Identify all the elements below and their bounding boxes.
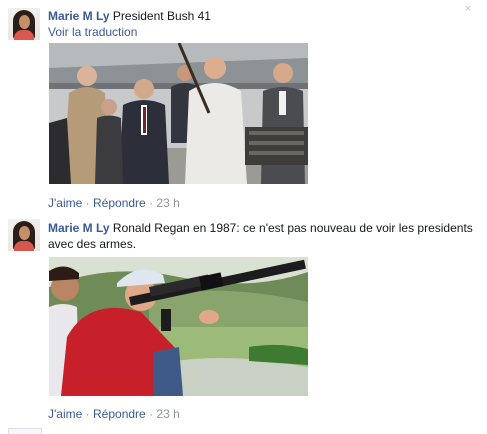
timestamp[interactable]: 23 h [156, 196, 179, 210]
comment-author[interactable]: Marie M Ly [48, 221, 110, 235]
comment-body: Marie M Ly Ronald Regan en 1987: ce n'es… [48, 220, 477, 252]
reply-link[interactable]: Répondre [93, 196, 146, 210]
comment-text: President Bush 41 [112, 9, 211, 23]
comment-text-line: Marie M Ly President Bush 41 [48, 8, 477, 24]
comment-photo[interactable] [49, 257, 308, 396]
timestamp[interactable]: 23 h [156, 407, 179, 421]
comment-actions: J'aime · Répondre · 23 h [48, 195, 180, 211]
separator: · [85, 196, 90, 210]
separator: · [149, 196, 154, 210]
comment-actions: J'aime · Répondre · 23 h [48, 406, 180, 422]
comment-1: × Marie M Ly President Bush 41 Voir la t… [0, 0, 487, 212]
photo-reagan-rifle [49, 257, 308, 396]
reply-link[interactable]: Répondre [93, 407, 146, 421]
comment-text: Ronald Regan en 1987: ce n'est pas nouve… [48, 221, 473, 251]
separator: · [149, 407, 154, 421]
next-comment-avatar-edge [8, 428, 42, 434]
comment-text-line: Marie M Ly Ronald Regan en 1987: ce n'es… [48, 220, 477, 252]
comment-2: Marie M Ly Ronald Regan en 1987: ce n'es… [0, 212, 487, 433]
photo-bush-rifle [49, 43, 308, 184]
see-translation-link[interactable]: Voir la traduction [48, 24, 477, 40]
like-link[interactable]: J'aime [48, 196, 82, 210]
separator: · [85, 407, 90, 421]
like-link[interactable]: J'aime [48, 407, 82, 421]
avatar[interactable] [8, 8, 40, 40]
comment-photo[interactable] [49, 43, 308, 184]
comment-body: Marie M Ly President Bush 41 Voir la tra… [48, 8, 477, 40]
avatar[interactable] [8, 219, 40, 251]
comment-author[interactable]: Marie M Ly [48, 9, 110, 23]
